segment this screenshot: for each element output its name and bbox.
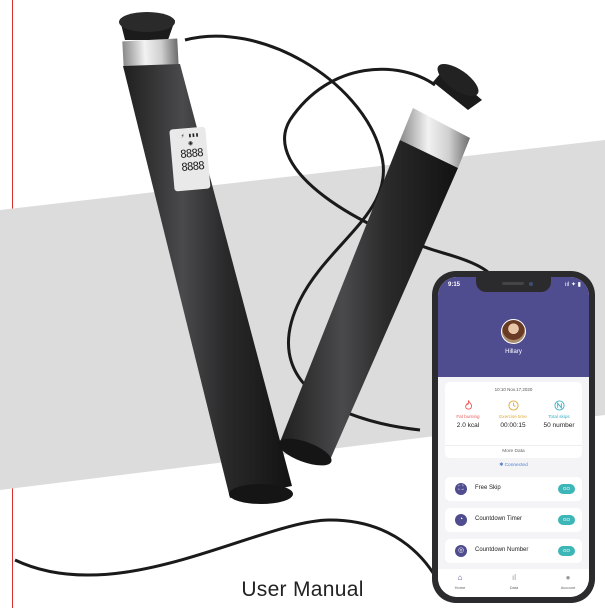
stat-label: Exercise time — [499, 414, 527, 419]
bottom-tab-bar: ⌂ Home ıl Data ● Account — [438, 569, 589, 597]
manual-cover: ⚡ ▮▮▮ ◉ 8888 8888 User Manual 9:15 ııl ✦… — [0, 0, 605, 608]
menu-item-free-skip[interactable]: ⛶ Free Skip GO — [445, 477, 582, 501]
stat-fat-burning: Fat burning 2.0 kcal — [445, 400, 491, 429]
menu-item-countdown-number[interactable]: ◎ Countdown Number GO — [445, 539, 582, 563]
stat-value: 2.0 kcal — [456, 422, 480, 429]
go-button[interactable]: GO — [558, 515, 575, 525]
stats-card: 10:10 Nov.17,2020 Fat burning 2.0 kcal E… — [445, 382, 582, 458]
app-screen: 9:15 ııl ✦ ▮ Hillary 10:10 Nov.17,2020 F… — [438, 277, 589, 597]
flame-icon — [464, 400, 472, 410]
menu-item-countdown-timer[interactable]: ◔ Countdown Timer GO — [445, 508, 582, 532]
tab-label: Account — [560, 585, 576, 590]
stats-date: 10:10 Nov.17,2020 — [494, 387, 533, 392]
handle-display: ⚡ ▮▮▮ ◉ 8888 8888 — [173, 131, 212, 190]
menu-label: Countdown Timer — [475, 516, 523, 522]
timer-icon: ◔ — [455, 514, 467, 526]
phone-mockup: 9:15 ııl ✦ ▮ Hillary 10:10 Nov.17,2020 F… — [432, 271, 595, 603]
more-data-link[interactable]: More Data — [445, 445, 582, 454]
connection-status: ✱ Connected — [499, 463, 528, 468]
bar-chart-icon: ıl — [512, 573, 516, 582]
avatar[interactable] — [501, 319, 526, 344]
display-digits-bottom: 8888 — [180, 159, 205, 174]
n-count-icon — [553, 400, 565, 411]
camera-icon — [529, 282, 533, 286]
tab-account[interactable]: ● Account — [548, 572, 588, 590]
profile-header: 9:15 ııl ✦ ▮ Hillary — [438, 277, 589, 377]
stat-value: 50 number — [543, 422, 575, 429]
person-icon: ● — [565, 573, 571, 582]
user-name: Hillary — [505, 349, 522, 355]
counter-icon: ◎ — [455, 545, 467, 557]
clock-icon — [507, 400, 519, 411]
tab-home[interactable]: ⌂ Home — [440, 572, 480, 590]
speaker-icon — [502, 282, 524, 285]
home-icon: ⌂ — [457, 573, 463, 582]
tab-label: Data — [509, 585, 519, 590]
menu-label: Free Skip — [475, 485, 501, 491]
phone-notch — [476, 277, 551, 292]
go-button[interactable]: GO — [558, 484, 575, 494]
rope-cable-bottom — [14, 518, 442, 586]
tab-data[interactable]: ıl Data — [494, 572, 534, 590]
stat-exercise-time: Exercise time 00:00:15 — [490, 400, 536, 429]
jump-icon: ⛶ — [455, 483, 467, 495]
status-time: 9:15 — [448, 282, 461, 288]
status-icons: ııl ✦ ▮ — [564, 282, 581, 288]
stat-label: Fat burning — [456, 414, 480, 419]
stat-label: Total skips — [548, 414, 570, 419]
go-button[interactable]: GO — [558, 546, 575, 556]
stat-total-skips: Total skips 50 number — [536, 400, 582, 429]
stat-value: 00:00:15 — [500, 422, 526, 429]
menu-label: Countdown Number — [475, 547, 529, 553]
tab-label: Home — [454, 585, 466, 590]
